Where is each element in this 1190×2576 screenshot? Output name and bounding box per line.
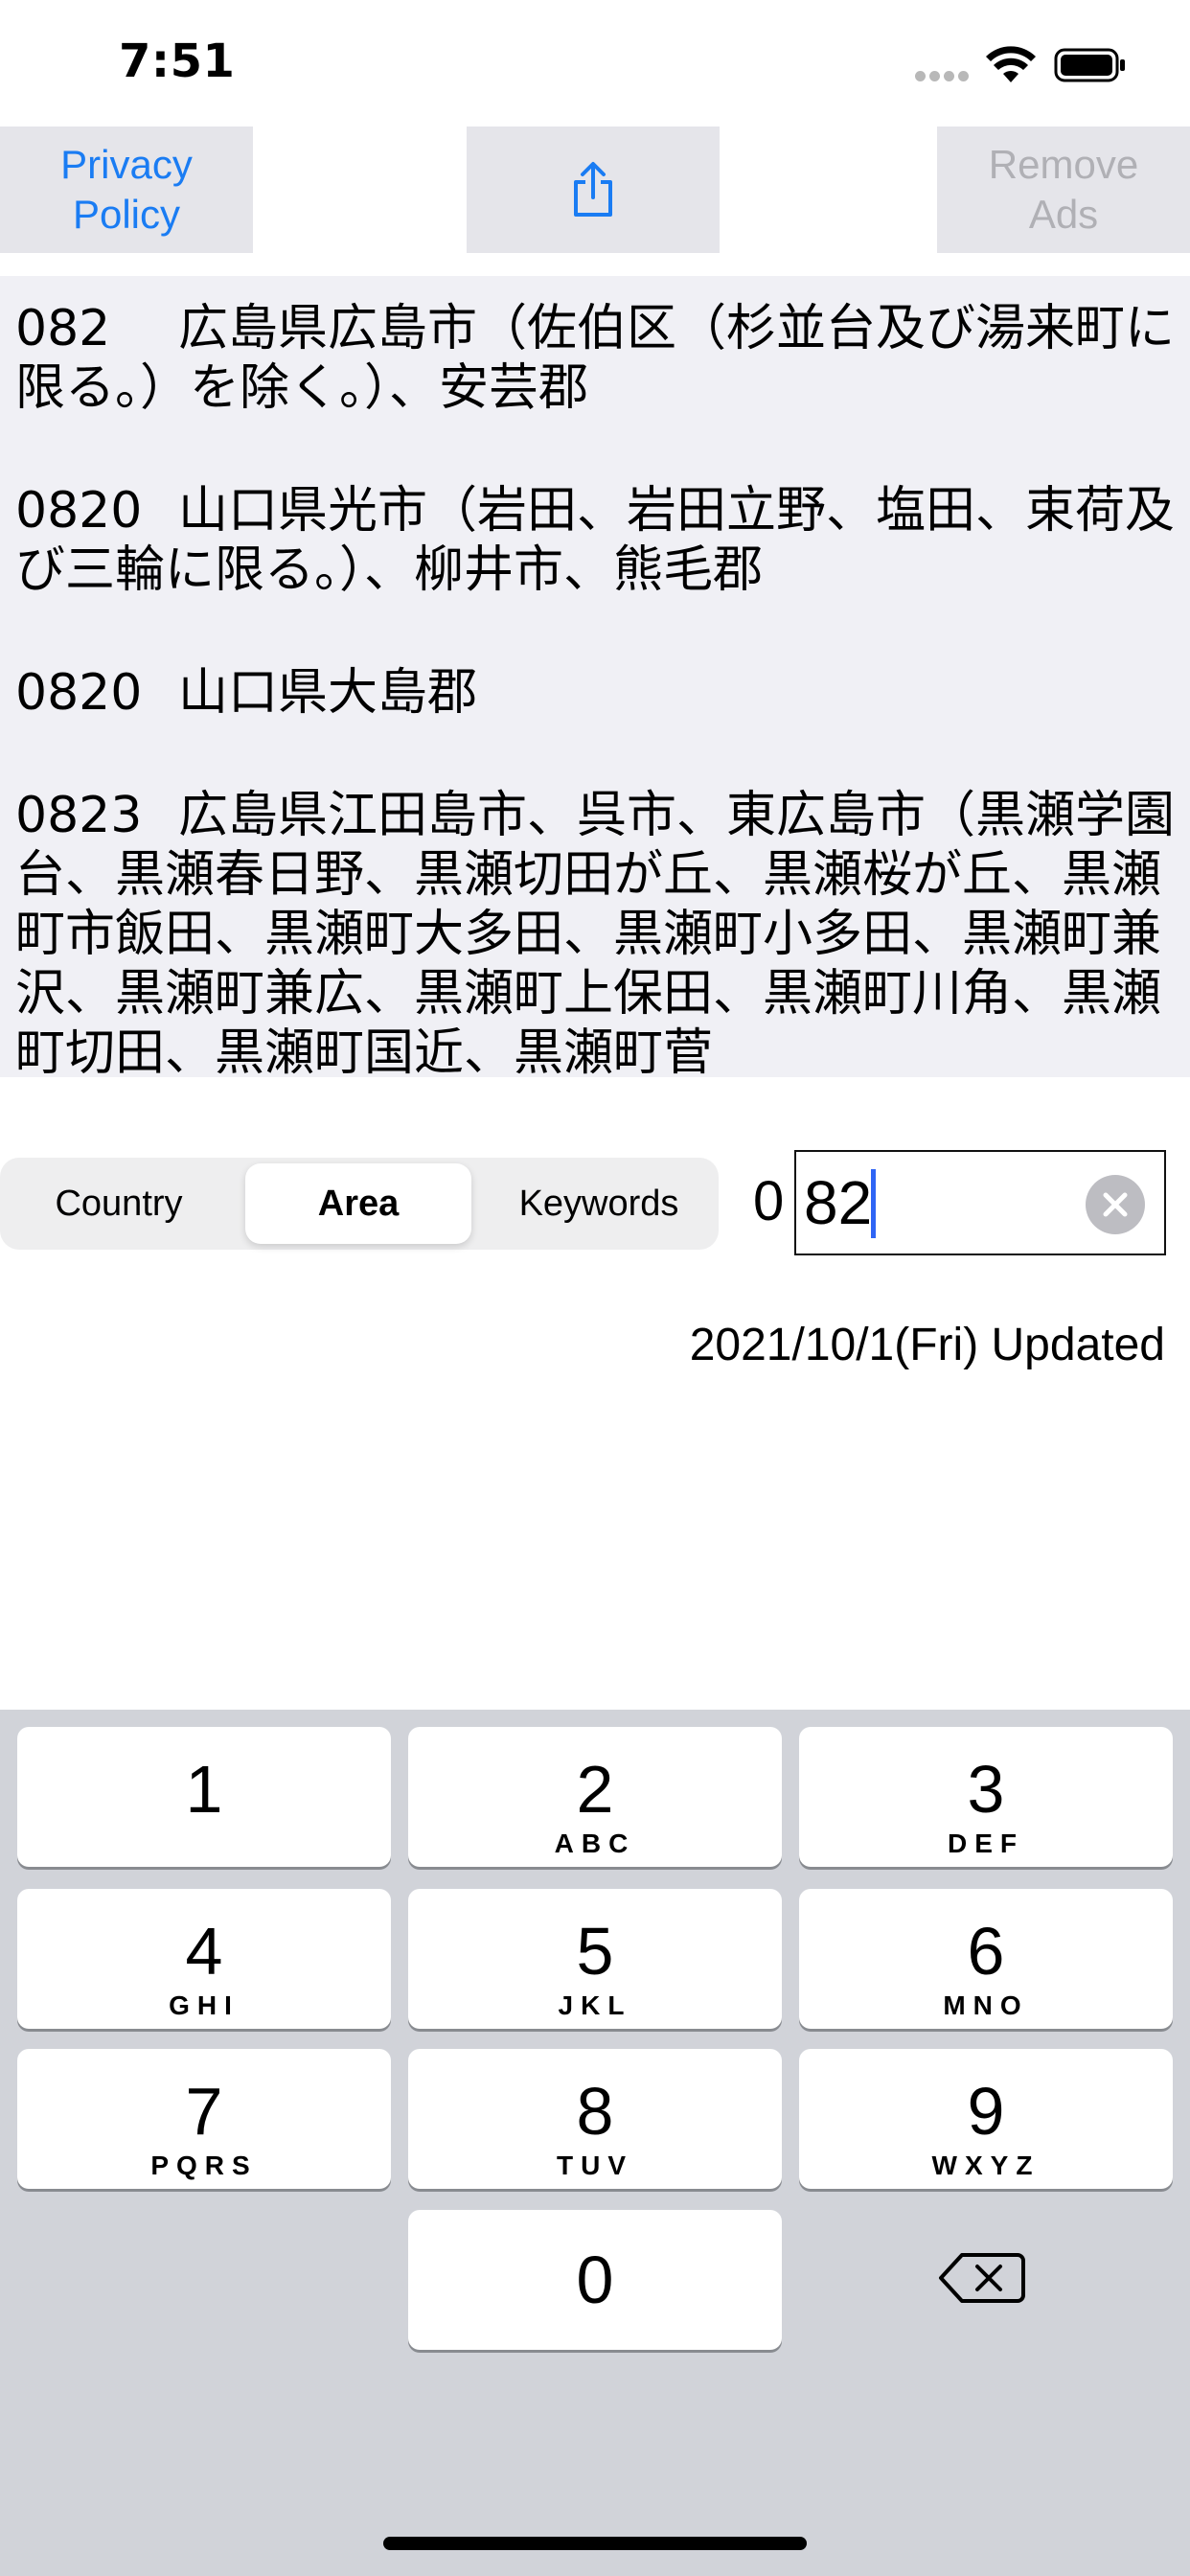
- area-description: 山口県大島郡: [178, 664, 478, 722]
- key-digit: 7: [185, 2074, 223, 2149]
- key-digit: 0: [576, 2242, 614, 2317]
- key-digit: 9: [967, 2074, 1005, 2149]
- key-letters: ABC: [554, 1828, 636, 1858]
- area-description: 広島県江田島市、呉市、東広島市（黒瀬学園台、黒瀬春日野、黒瀬切田が丘、黒瀬桜が丘…: [15, 787, 1176, 1077]
- result-entry: 082 広島県広島市（佐伯区（杉並台及び湯来町に限る。）を除く。）、安芸郡: [15, 299, 1175, 418]
- segment-country[interactable]: Country: [6, 1163, 232, 1244]
- updated-date: 2021/10/1(Fri) Updated: [689, 1320, 1165, 1370]
- key-6[interactable]: 6 MNO: [799, 1889, 1173, 2029]
- key-digit: 1: [185, 1752, 223, 1827]
- battery-icon: [1054, 48, 1125, 82]
- result-entry: 0820 山口県光市（岩田、岩田立野、塩田、束荷及び三輪に限る。）、柳井市、熊毛郡: [15, 481, 1175, 600]
- key-digit: 5: [576, 1914, 614, 1989]
- area-code: 0820: [15, 664, 143, 722]
- key-digit: 6: [967, 1914, 1005, 1989]
- status-bar: 7:51: [0, 0, 1190, 126]
- result-entry: 0823 広島県江田島市、呉市、東広島市（黒瀬学園台、黒瀬春日野、黒瀬切田が丘、黒…: [15, 786, 1175, 1077]
- area-code-input[interactable]: 82: [794, 1150, 1166, 1255]
- wifi-icon: [986, 46, 1036, 82]
- remove-ads-label: Remove Ads: [988, 142, 1139, 237]
- key-letters: JKL: [558, 1990, 632, 2020]
- search-mode-segmented-control: Country Area Keywords: [0, 1158, 719, 1250]
- key-1[interactable]: 1: [17, 1727, 391, 1867]
- share-icon: [574, 162, 612, 217]
- share-button[interactable]: [467, 126, 720, 253]
- privacy-policy-button[interactable]: Privacy Policy: [0, 126, 253, 253]
- area-description: 広島県広島市（佐伯区（杉並台及び湯来町に限る。）を除く。）、安芸郡: [15, 300, 1176, 417]
- area-code-prefix: 0: [753, 1170, 785, 1232]
- results-text-view[interactable]: 082 広島県広島市（佐伯区（杉並台及び湯来町に限る。）を除く。）、安芸郡 082…: [0, 276, 1190, 1077]
- key-letters: TUV: [557, 2150, 633, 2180]
- area-code: 082: [15, 300, 111, 357]
- key-digit: 4: [185, 1914, 223, 1989]
- key-digit: 3: [967, 1752, 1005, 1827]
- area-description: 山口県光市（岩田、岩田立野、塩田、束荷及び三輪に限る。）、柳井市、熊毛郡: [15, 482, 1176, 599]
- key-5[interactable]: 5 JKL: [408, 1889, 782, 2029]
- key-9[interactable]: 9 WXYZ: [799, 2049, 1173, 2189]
- key-0[interactable]: 0: [408, 2210, 782, 2350]
- home-indicator[interactable]: [383, 2537, 807, 2550]
- delete-key[interactable]: [799, 2230, 1173, 2370]
- remove-ads-button[interactable]: Remove Ads: [937, 126, 1190, 253]
- key-3[interactable]: 3 DEF: [799, 1727, 1173, 1867]
- key-2[interactable]: 2 ABC: [408, 1727, 782, 1867]
- key-letters: GHI: [169, 1990, 240, 2020]
- key-4[interactable]: 4 GHI: [17, 1889, 391, 2029]
- privacy-policy-label: Privacy Policy: [60, 142, 193, 237]
- key-digit: 8: [576, 2074, 614, 2149]
- area-code-input-value: 82: [804, 1168, 873, 1237]
- area-code: 0823: [15, 787, 143, 844]
- key-letters: MNO: [943, 1990, 1029, 2020]
- key-letters: DEF: [948, 1828, 1024, 1858]
- clear-text-icon[interactable]: [1086, 1175, 1145, 1234]
- segment-keywords[interactable]: Keywords: [485, 1163, 713, 1244]
- key-digit: 2: [576, 1752, 614, 1827]
- text-caret: [871, 1169, 876, 1238]
- key-8[interactable]: 8 TUV: [408, 2049, 782, 2189]
- key-letters: PQRS: [150, 2150, 258, 2180]
- status-time: 7:51: [119, 34, 236, 88]
- key-7[interactable]: 7 PQRS: [17, 2049, 391, 2189]
- key-letters: WXYZ: [931, 2150, 1041, 2180]
- result-entry: 0820 山口県大島郡: [15, 663, 1175, 723]
- backspace-icon: [939, 2253, 1025, 2303]
- cellular-signal-icon: [915, 71, 971, 82]
- area-code: 0820: [15, 482, 143, 540]
- segment-area[interactable]: Area: [245, 1163, 471, 1244]
